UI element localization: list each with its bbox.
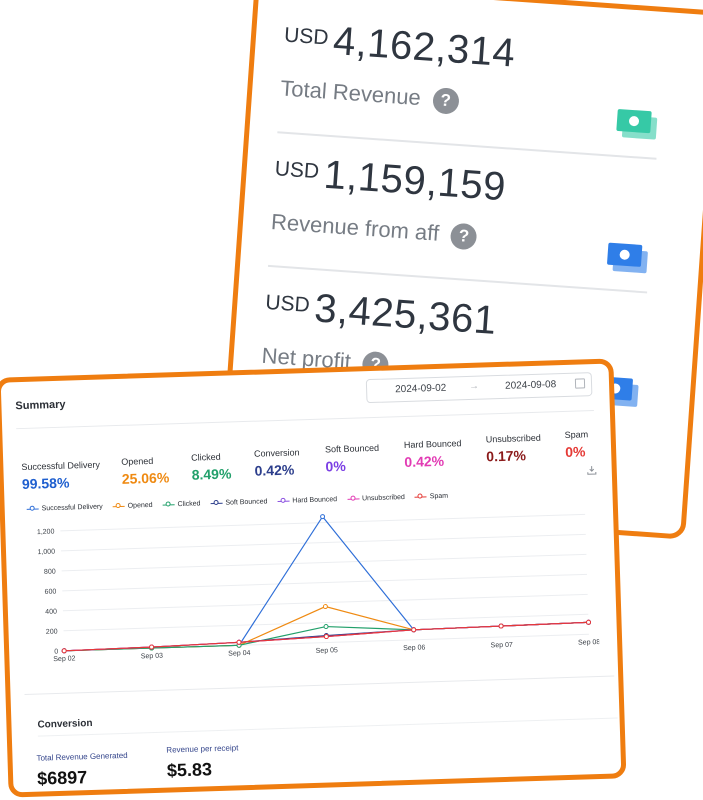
legend-label: Clicked xyxy=(177,500,201,509)
y-tick-label: 800 xyxy=(44,569,56,576)
legend-label: Successful Delivery xyxy=(41,503,103,513)
gridline xyxy=(62,573,588,592)
help-icon[interactable]: ? xyxy=(450,222,478,251)
x-tick-label: Sep 02 xyxy=(53,655,76,663)
legend-label: Hard Bounced xyxy=(292,496,338,505)
series-line xyxy=(64,515,589,652)
metric-value: 0% xyxy=(564,443,586,460)
metric-value: 0.17% xyxy=(486,447,527,465)
metric-spam: Spam 0% xyxy=(564,429,605,460)
metric-soft-bounced: Soft Bounced 0% xyxy=(325,442,416,475)
y-tick-label: 1,000 xyxy=(37,549,55,557)
metric-label: Hard Bounced xyxy=(403,438,462,451)
revenue-from-aff-label: Revenue from aff xyxy=(270,209,440,246)
legend-item[interactable]: Soft Bounced xyxy=(210,498,268,507)
data-point xyxy=(498,623,504,629)
money-icon xyxy=(607,242,648,274)
summary-title: Summary xyxy=(15,398,66,413)
gridline xyxy=(61,553,587,572)
metric-value: 0.42% xyxy=(404,452,445,471)
currency-label: USD xyxy=(283,23,330,50)
data-point xyxy=(320,514,326,520)
kpi-value: $5.83 xyxy=(166,759,213,781)
kpi-value: $6897 xyxy=(36,767,88,789)
metric-label: Successful Delivery xyxy=(21,459,101,473)
help-icon[interactable]: ? xyxy=(431,87,460,115)
legend-item[interactable]: Spam xyxy=(414,492,449,501)
metric-value: 0% xyxy=(325,457,346,475)
kpi-label: Revenue per receipt xyxy=(166,743,239,755)
data-point xyxy=(323,634,329,640)
arrow-right-icon: → xyxy=(468,380,480,392)
total-revenue-label: Total Revenue xyxy=(279,75,422,111)
metric-label: Spam xyxy=(564,429,589,440)
metric-hard-bounced: Hard Bounced 0.42% xyxy=(404,437,495,470)
x-tick-label: Sep 07 xyxy=(491,642,514,650)
metric-label: Soft Bounced xyxy=(324,442,380,455)
kpi-revenue-per-receipt: Revenue per receipt $5.83 xyxy=(166,743,239,781)
metric-value: 99.58% xyxy=(21,474,70,493)
currency-label: USD xyxy=(264,290,311,317)
legend-item[interactable]: Successful Delivery xyxy=(26,503,103,513)
total-revenue-stat: USD4,162,314 Total Revenue? xyxy=(277,16,664,162)
calendar-icon[interactable] xyxy=(574,378,586,389)
divider xyxy=(16,410,594,430)
gridline xyxy=(61,533,586,552)
legend-label: Spam xyxy=(429,492,449,501)
kpi-label: Total Revenue Generated xyxy=(36,750,128,763)
kpi-total-revenue-generated: Total Revenue Generated $6897 xyxy=(36,751,128,790)
x-tick-label: Sep 03 xyxy=(141,653,164,661)
data-point xyxy=(236,639,242,645)
currency-label: USD xyxy=(274,157,320,184)
total-revenue-value: 4,162,314 xyxy=(331,18,517,76)
date-from[interactable]: 2024-09-02 xyxy=(395,383,446,396)
y-tick-label: 0 xyxy=(54,648,58,655)
download-icon[interactable] xyxy=(587,465,597,475)
metric-unsubscribed: Unsubscribed 0.17% xyxy=(486,432,577,465)
conversion-title: Conversion xyxy=(37,717,93,731)
y-tick-label: 200 xyxy=(46,628,58,635)
y-tick-label: 1,200 xyxy=(37,529,55,537)
date-range-picker[interactable]: 2024-09-02 → 2024-09-08 xyxy=(365,372,593,404)
y-tick-label: 600 xyxy=(45,589,57,596)
line-chart: 0 200 400 600 800 1,000 1,200 Sep 02 Sep 03 Sep 0… xyxy=(37,513,600,663)
data-point xyxy=(586,619,592,625)
net-profit-value: 3,425,361 xyxy=(312,286,499,343)
revenue-from-aff-value: 1,159,159 xyxy=(322,152,508,210)
x-tick-label: Sep 05 xyxy=(316,647,339,655)
legend-item[interactable]: Unsubscribed xyxy=(347,494,405,503)
divider xyxy=(24,675,615,696)
metric-label: Unsubscribed xyxy=(485,432,541,445)
divider xyxy=(37,717,618,737)
data-point xyxy=(149,644,155,650)
revenue-from-aff-stat: USD1,159,159 Revenue from aff? xyxy=(267,149,655,295)
legend-item[interactable]: Clicked xyxy=(162,500,201,509)
x-tick-label: Sep 06 xyxy=(403,644,426,652)
y-tick-label: 400 xyxy=(45,608,57,615)
date-to[interactable]: 2024-09-08 xyxy=(505,379,556,392)
metric-successful-delivery: Successful Delivery 99.58% xyxy=(21,459,112,492)
legend-item[interactable]: Hard Bounced xyxy=(277,496,337,505)
data-point xyxy=(323,624,329,630)
legend-label: Soft Bounced xyxy=(225,498,268,507)
data-point xyxy=(61,648,67,654)
x-tick-label: Sep 08 xyxy=(578,639,600,647)
data-point xyxy=(322,604,328,610)
money-icon xyxy=(616,109,658,140)
legend-label: Opened xyxy=(127,501,153,510)
legend-label: Unsubscribed xyxy=(361,494,405,503)
legend-item[interactable]: Opened xyxy=(112,501,153,510)
x-tick-label: Sep 04 xyxy=(228,650,251,658)
summary-card: Summary 2024-09-02 → 2024-09-08 Successf… xyxy=(0,358,627,798)
data-point xyxy=(411,627,417,633)
